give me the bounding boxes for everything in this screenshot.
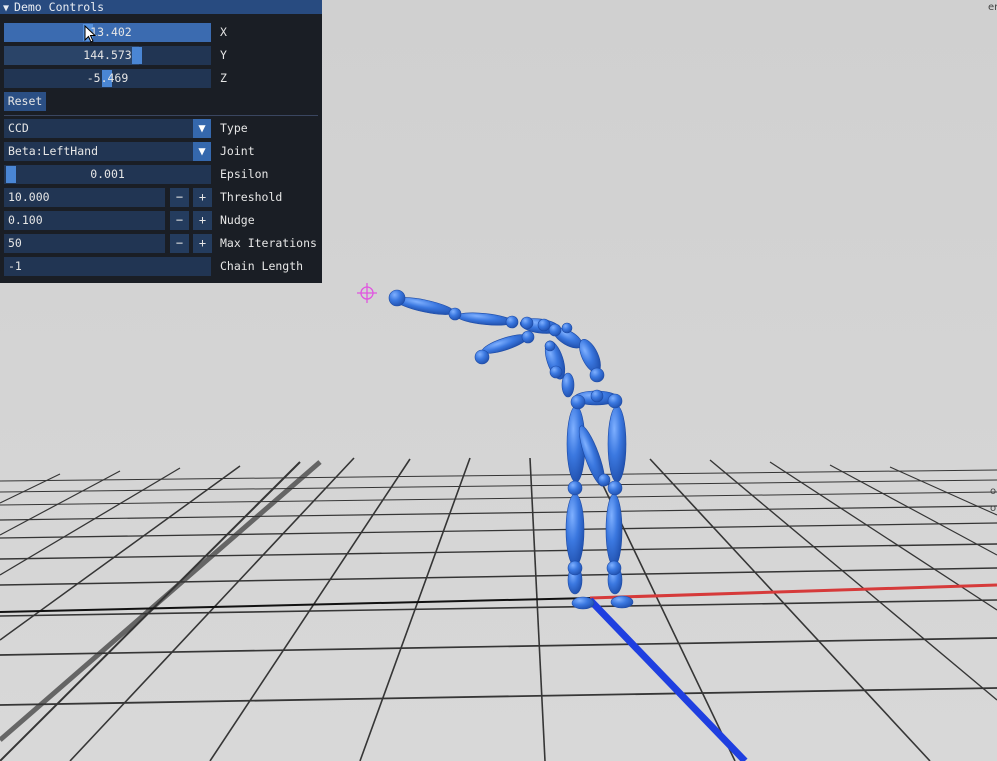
y-row: 144.573 Y: [4, 46, 322, 65]
epsilon-label: Epsilon: [220, 167, 269, 181]
joint-row: Beta:LeftHand ▼ Joint: [4, 142, 322, 161]
chain-length-row: -1 Chain Length: [4, 257, 322, 276]
threshold-label: Threshold: [220, 190, 283, 204]
type-label: Type: [220, 121, 248, 135]
collapse-arrow-icon[interactable]: ▼: [3, 3, 9, 14]
x-row: -13.402 X: [4, 23, 322, 42]
max-iterations-label: Max Iterations: [220, 236, 317, 250]
separator: [4, 115, 318, 116]
chevron-down-icon[interactable]: ▼: [193, 142, 211, 161]
type-combo[interactable]: CCD ▼: [4, 119, 211, 138]
x-label: X: [220, 25, 227, 39]
z-row: -5.469 Z: [4, 69, 322, 88]
threshold-value: 10.000: [8, 190, 50, 204]
type-row: CCD ▼ Type: [4, 119, 322, 138]
nudge-label: Nudge: [220, 213, 255, 227]
nudge-value: 0.100: [8, 213, 43, 227]
mouse-cursor-icon: [84, 25, 96, 43]
epsilon-slider[interactable]: 0.001: [4, 165, 211, 184]
joint-combo[interactable]: Beta:LeftHand ▼: [4, 142, 211, 161]
nudge-input[interactable]: 0.100: [4, 211, 165, 230]
max-iterations-value: 50: [8, 236, 22, 250]
edge-text: or: [990, 503, 997, 514]
epsilon-value: 0.001: [90, 167, 125, 181]
max-iterations-increment-button[interactable]: +: [193, 234, 212, 253]
z-value: -5.469: [86, 71, 129, 85]
threshold-increment-button[interactable]: +: [193, 188, 212, 207]
panel-title: Demo Controls: [14, 0, 105, 14]
joint-value: Beta:LeftHand: [8, 144, 99, 158]
nudge-increment-button[interactable]: +: [193, 211, 212, 230]
y-label: Y: [220, 48, 227, 62]
x-value: -13.402: [83, 25, 132, 39]
x-drag-field[interactable]: -13.402: [4, 23, 211, 42]
chevron-down-icon[interactable]: ▼: [193, 119, 211, 138]
epsilon-row: 0.001 Epsilon: [4, 165, 322, 184]
threshold-input[interactable]: 10.000: [4, 188, 165, 207]
panel-titlebar[interactable]: ▼ Demo Controls: [0, 0, 322, 14]
y-value: 144.573: [83, 48, 132, 62]
type-value: CCD: [8, 121, 29, 135]
joint-label: Joint: [220, 144, 255, 158]
max-iterations-decrement-button[interactable]: −: [170, 234, 189, 253]
edge-text: or: [990, 486, 997, 497]
nudge-decrement-button[interactable]: −: [170, 211, 189, 230]
y-drag-field[interactable]: 144.573: [4, 46, 211, 65]
nudge-row: 0.100 − + Nudge: [4, 211, 322, 230]
edge-text: er: [988, 2, 997, 13]
max-iterations-row: 50 − + Max Iterations: [4, 234, 322, 253]
threshold-row: 10.000 − + Threshold: [4, 188, 322, 207]
threshold-decrement-button[interactable]: −: [170, 188, 189, 207]
chain-length-value: -1: [8, 259, 22, 273]
reset-row: Reset: [4, 92, 64, 111]
z-drag-field[interactable]: -5.469: [4, 69, 211, 88]
chain-length-label: Chain Length: [220, 259, 304, 273]
chain-length-input[interactable]: -1: [4, 257, 211, 276]
reset-button[interactable]: Reset: [4, 92, 46, 111]
max-iterations-input[interactable]: 50: [4, 234, 165, 253]
z-label: Z: [220, 71, 227, 85]
demo-controls-panel: ▼ Demo Controls -13.402 X 144.573 Y -5.46…: [0, 0, 322, 283]
